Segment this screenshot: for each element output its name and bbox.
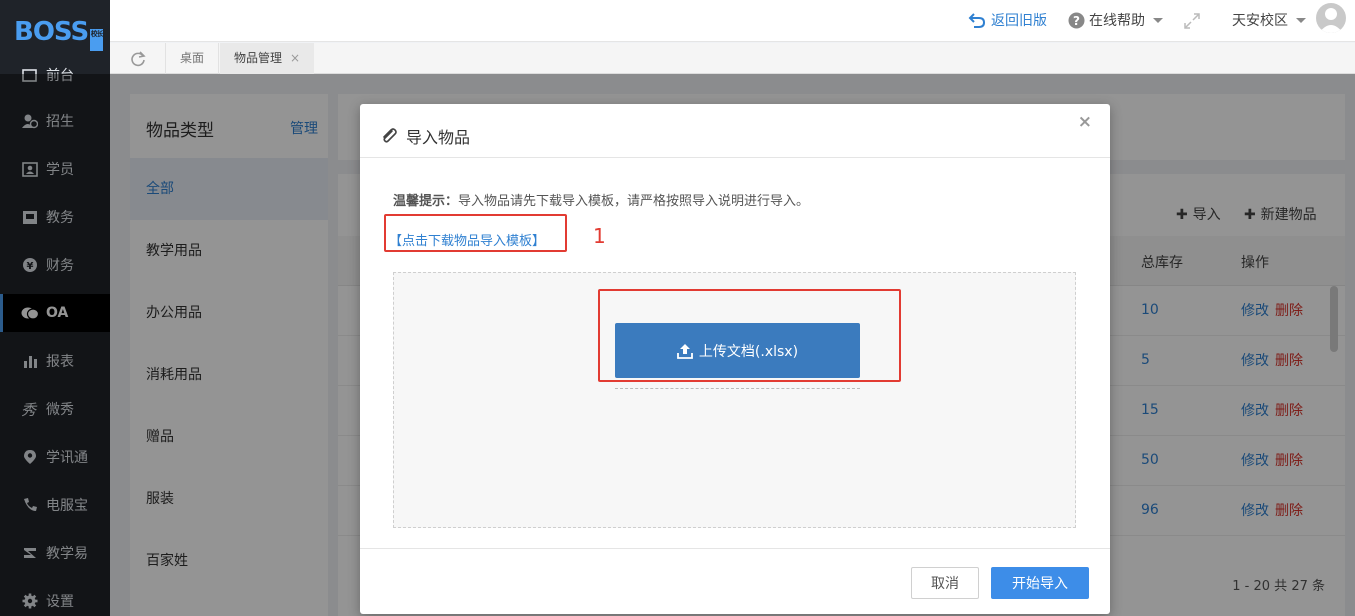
logo-badge: 校长 [90, 29, 104, 51]
chevron-down-icon [1296, 17, 1306, 23]
chevron-down-icon [1153, 17, 1163, 23]
tip-body: 导入物品请先下载导入模板，请严格按照导入说明进行导入。 [458, 194, 810, 209]
import-goods-dialog: 导入物品 × 温馨提示：导入物品请先下载导入模板，请严格按照导入说明进行导入。 … [360, 104, 1110, 614]
back-label: 返回旧版 [991, 13, 1047, 29]
help-label: 在线帮助 [1089, 13, 1145, 29]
refresh-button[interactable] [110, 43, 166, 74]
top-bar: 返回旧版 ? 在线帮助 天安校区 [110, 0, 1355, 42]
back-to-old-version-link[interactable]: 返回旧版 [968, 10, 1047, 30]
tab-desk[interactable]: 桌面 [166, 43, 220, 74]
tip-label: 温馨提示： [393, 194, 459, 209]
cancel-button[interactable]: 取消 [911, 567, 979, 599]
dialog-title: 导入物品 [380, 124, 470, 148]
tip-text: 温馨提示：导入物品请先下载导入模板，请严格按照导入说明进行导入。 [393, 190, 809, 209]
download-template-link[interactable]: 【点击下载物品导入模板】 [389, 230, 545, 249]
tab-goods-management[interactable]: 物品管理 × [220, 43, 315, 74]
online-help-menu[interactable]: ? 在线帮助 [1068, 10, 1163, 30]
fullscreen-button[interactable] [1183, 11, 1201, 31]
app-logo[interactable]: BOSS 校长 [14, 17, 104, 51]
help-icon: ? [1068, 12, 1085, 28]
logo-text: BOSS [14, 17, 89, 47]
annotation-highlight-upload [598, 289, 901, 382]
close-icon[interactable]: × [290, 51, 300, 65]
dialog-title-text: 导入物品 [406, 128, 471, 147]
campus-switcher[interactable]: 天安校区 [1232, 10, 1306, 30]
paperclip-icon [383, 128, 397, 143]
dialog-footer: 取消 开始导入 [360, 548, 1110, 614]
svg-text:?: ? [1073, 14, 1080, 28]
annotation-number: 1 [593, 224, 606, 248]
start-import-button[interactable]: 开始导入 [991, 567, 1089, 599]
avatar[interactable] [1316, 3, 1346, 33]
refresh-icon [130, 51, 146, 67]
tab-bar: 桌面 物品管理 × [110, 43, 1355, 74]
expand-icon [1184, 13, 1200, 29]
close-button[interactable]: × [1078, 112, 1092, 132]
campus-label: 天安校区 [1232, 13, 1288, 29]
tab-label: 物品管理 [234, 51, 283, 65]
undo-icon [968, 13, 986, 28]
upload-divider [615, 388, 860, 389]
dialog-header: 导入物品 × [360, 104, 1110, 158]
